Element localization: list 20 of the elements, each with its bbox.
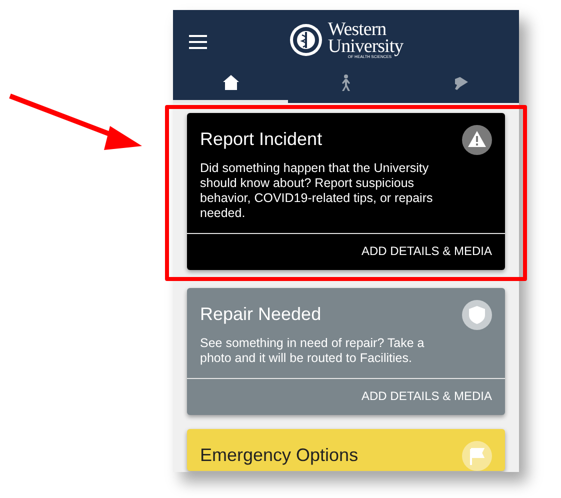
flag-icon [462, 441, 492, 471]
card[interactable]: Report Incident Did something happen that the University should know about? Report suspicious behavior, COVID19-related tips, or repairs needed. ADD DETAILS & MEDIA [187, 113, 505, 270]
card[interactable]: Emergency Options [187, 429, 505, 471]
warning-icon [462, 125, 492, 155]
card-title: Report Incident [200, 128, 322, 150]
walking-person-icon [340, 74, 351, 92]
shield-icon [462, 300, 492, 330]
menu-icon[interactable] [189, 35, 207, 49]
card-title: Emergency Options [200, 444, 358, 466]
card[interactable]: Repair Needed See something in need of repair? Take a photo and it will be routed to Facilities. ADD DETAILS & MEDIA [187, 288, 505, 415]
seal-icon [288, 22, 323, 57]
card-title: Repair Needed [200, 303, 322, 325]
home-icon [222, 74, 240, 92]
card-description: See something in need of repair? Take a photo and it will be routed to Facilities. [199, 335, 426, 367]
logo-text: Western [328, 20, 386, 38]
add-details-button[interactable]: ADD DETAILS & MEDIA [362, 244, 492, 258]
logo-text: University [328, 38, 404, 55]
card-description: Did something happen that the University should know about? Report suspicious behavior, COVID19-related tips, or repairs needed. [199, 160, 434, 222]
add-details-button[interactable]: ADD DETAILS & MEDIA [362, 389, 492, 403]
megaphone-icon [452, 74, 470, 92]
